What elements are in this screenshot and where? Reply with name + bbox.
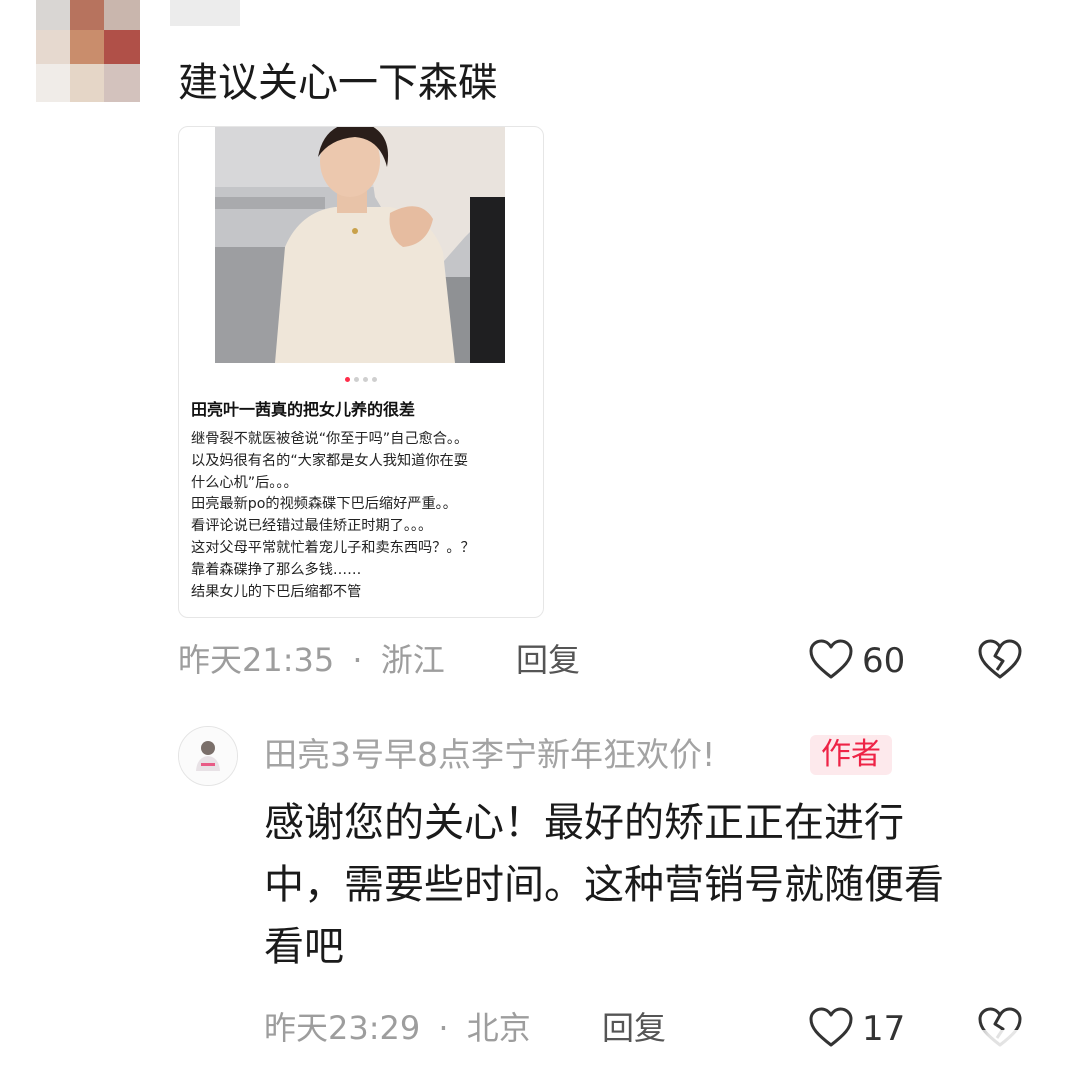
carousel-dot[interactable] [363, 377, 368, 382]
author-avatar-image [179, 727, 237, 785]
commenter-avatar[interactable] [36, 0, 140, 102]
reply-text-line: 看吧 [264, 924, 344, 970]
carousel-indicator[interactable] [345, 377, 377, 385]
comment-text: 建议关心一下森碟 [178, 60, 498, 106]
like-count: 60 [862, 641, 906, 681]
carousel-dot-active[interactable] [345, 377, 350, 382]
post-body-line: 田亮最新po的视频森碟下巴后缩好严重。。 [191, 496, 457, 513]
weibo-watermark [940, 1030, 1080, 1080]
reply-button[interactable]: 回复 [602, 1008, 666, 1048]
post-title: 田亮叶一茜真的把女儿养的很差 [191, 400, 416, 419]
heart-outline-icon [808, 638, 854, 684]
post-body-line: 看评论说已经错过最佳矫正时期了。。。 [191, 518, 433, 535]
reply-meta: 昨天23:29 · 北京 [264, 1008, 531, 1048]
post-body-line: 靠着森碟挣了那么多钱…… [191, 561, 362, 578]
reply-button[interactable]: 回复 [516, 640, 580, 680]
heart-outline-icon [808, 1006, 854, 1052]
embedded-post-card[interactable]: 田亮叶一茜真的把女儿养的很差 继骨裂不就医被爸说“你至于吗”自己愈合。。 以及妈… [178, 126, 544, 618]
carousel-dot[interactable] [372, 377, 377, 382]
author-username[interactable]: 田亮3号早8点李宁新年狂欢价! [264, 734, 715, 776]
post-photo-illustration [215, 127, 505, 363]
reply-text-line: 感谢您的关心！最好的矫正正在进行 [264, 800, 904, 846]
like-count: 17 [862, 1009, 906, 1049]
meta-separator: · [438, 1009, 449, 1047]
like-button[interactable]: 60 [808, 638, 905, 684]
avatar-mosaic-edge [170, 0, 240, 26]
reply-time: 昨天23:29 [264, 1009, 421, 1047]
carousel-dot[interactable] [354, 377, 359, 382]
author-badge: 作者 [810, 735, 892, 775]
dislike-button[interactable] [976, 638, 1024, 684]
comment-meta: 昨天21:35 · 浙江 [178, 640, 445, 680]
post-body: 继骨裂不就医被爸说“你至于吗”自己愈合。。 以及妈很有名的“大家都是女人我知道你… [191, 429, 536, 615]
post-body-line: 以及妈很有名的“大家都是女人我知道你在耍 [191, 452, 468, 469]
post-body-line: 继骨裂不就医被爸说“你至于吗”自己愈合。。 [191, 431, 469, 447]
meta-separator: · [352, 641, 363, 679]
author-reply-text: 感谢您的关心！最好的矫正正在进行 中，需要些时间。这种营销号就随便看 看吧 [264, 792, 1024, 978]
post-body-line: 什么心机”后。。。 [191, 474, 298, 491]
post-body-line: 这对父母平常就忙着宠儿子和卖东西吗？。？ [191, 539, 475, 556]
post-body-line: 结果女儿的下巴后缩都不管 [191, 583, 362, 600]
comment-time: 昨天21:35 [178, 641, 335, 679]
like-button[interactable]: 17 [808, 1006, 905, 1052]
author-avatar[interactable] [178, 726, 238, 786]
post-photo[interactable] [215, 127, 505, 363]
comment-location: 浙江 [380, 641, 445, 679]
comment-thread: 建议关心一下森碟 田亮叶一茜真的把女儿养的很差 继骨裂不就医被爸说“你至于吗”自… [0, 0, 1080, 1080]
reply-location: 北京 [466, 1009, 531, 1047]
reply-text-line: 中，需要些时间。这种营销号就随便看 [264, 862, 944, 908]
broken-heart-icon [976, 639, 1024, 684]
